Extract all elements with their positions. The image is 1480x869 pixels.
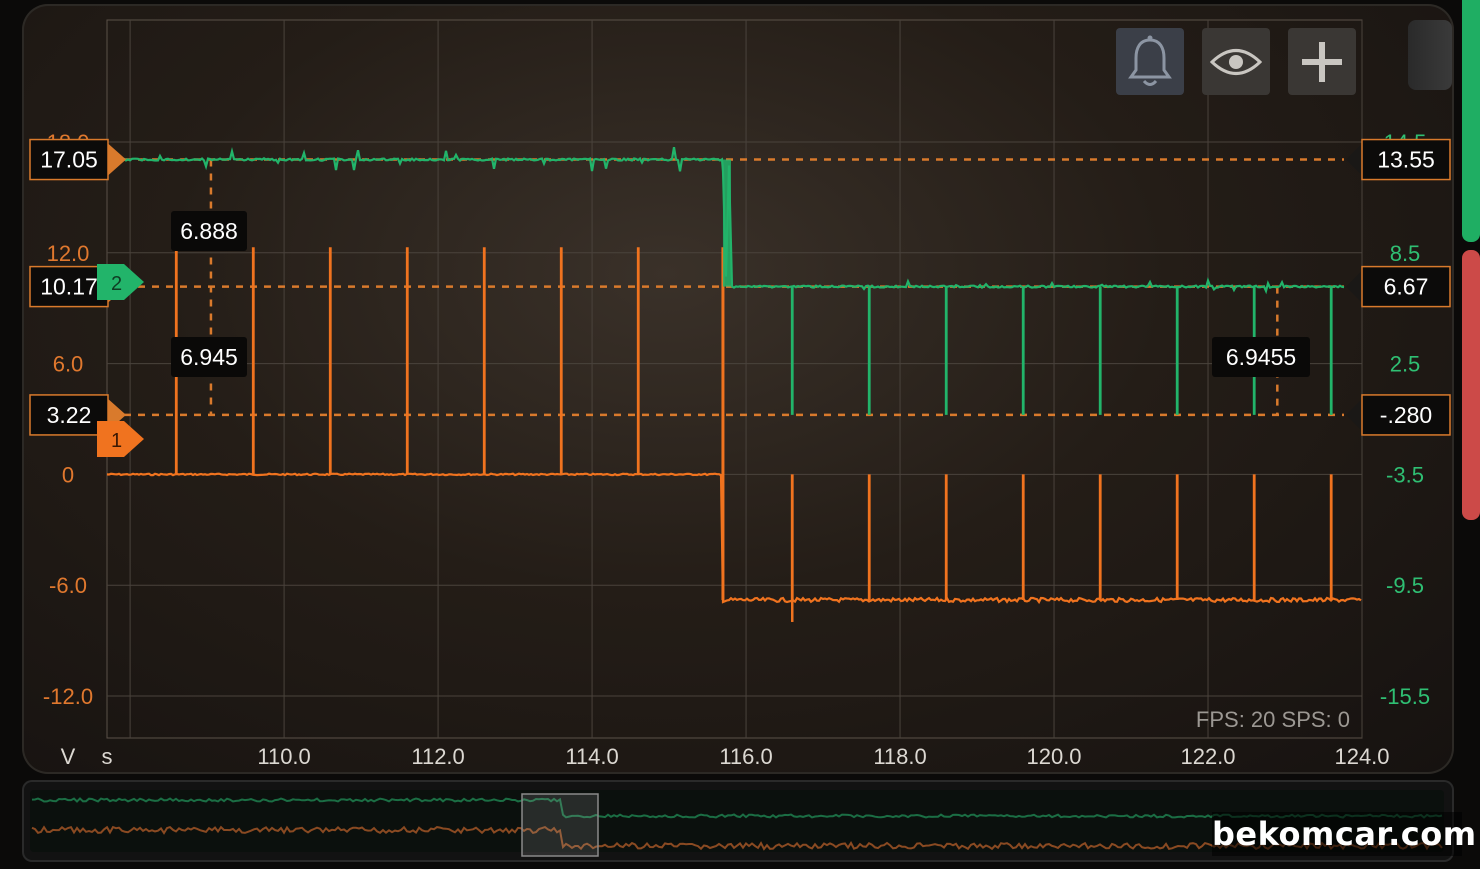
right-level-value: 6.67 — [1384, 274, 1429, 300]
channel-1-marker[interactable]: 1 — [97, 421, 144, 457]
add-channel-button[interactable] — [1288, 28, 1356, 95]
right-level-value: -.280 — [1380, 402, 1432, 428]
left-unit-label: V — [61, 744, 76, 769]
left-tick-label: 0 — [62, 462, 74, 487]
left-tick-label: 6.0 — [53, 352, 84, 377]
left-tick-label: -12.0 — [43, 684, 93, 709]
x-tick-label: 120.0 — [1026, 744, 1081, 769]
right-level-arrow — [1346, 143, 1362, 176]
x-tick-label: 122.0 — [1180, 744, 1235, 769]
top-toolbar — [1116, 28, 1356, 95]
measurement-box-1: 6.888 — [171, 211, 247, 251]
right-tick-label: -9.5 — [1386, 573, 1424, 598]
x-tick-label: 118.0 — [873, 744, 926, 769]
right-level-label: -.280 — [1346, 394, 1451, 436]
alarm-button[interactable] — [1116, 28, 1184, 95]
svg-text:2: 2 — [111, 273, 122, 295]
channel-2-trace — [123, 147, 1345, 295]
x-tick-label: 110.0 — [257, 744, 310, 769]
right-tick-label: -3.5 — [1386, 462, 1424, 487]
oscilloscope-plot[interactable]: 18.012.06.00-6.0-12.0 14.58.52.5-3.5-9.5… — [0, 0, 1480, 869]
left-level-label: 17.05 — [29, 138, 126, 181]
measurement-box-2: 6.945 — [171, 337, 247, 377]
right-tick-label: 8.5 — [1390, 241, 1421, 266]
bell-icon — [1128, 35, 1172, 86]
channel-2-edge-tab[interactable] — [1462, 0, 1480, 242]
channel-1-trace — [106, 472, 1362, 605]
plot-grid — [106, 19, 1363, 739]
right-level-arrow — [1346, 270, 1362, 303]
side-drawer-handle[interactable] — [1408, 20, 1452, 90]
left-level-value: 17.05 — [40, 147, 98, 173]
right-tick-label: -15.5 — [1380, 684, 1430, 709]
svg-text:6.9455: 6.9455 — [1226, 344, 1296, 370]
channel-2-switch-edge — [722, 159, 731, 287]
watermark: bekomcar.com — [1212, 812, 1476, 856]
plot-border — [106, 19, 1363, 739]
channel-1-edge-tab[interactable] — [1462, 250, 1480, 520]
scope-app: 18.012.06.00-6.0-12.0 14.58.52.5-3.5-9.5… — [0, 0, 1480, 869]
x-tick-label: 116.0 — [719, 744, 772, 769]
visibility-button[interactable] — [1202, 28, 1270, 95]
right-level-value: 13.55 — [1377, 147, 1435, 173]
svg-text:1: 1 — [111, 430, 122, 452]
x-unit-label: s — [102, 744, 113, 769]
right-level-arrow — [1346, 398, 1362, 431]
overview-viewport-window — [521, 793, 599, 857]
left-tick-label: -6.0 — [49, 573, 87, 598]
svg-text:6.888: 6.888 — [180, 218, 238, 244]
x-tick-label: 114.0 — [565, 744, 618, 769]
left-tick-label: 12.0 — [47, 241, 90, 266]
right-level-label: 6.67 — [1346, 265, 1451, 308]
eye-icon — [1210, 48, 1262, 75]
right-level-label: 13.55 — [1346, 138, 1451, 181]
left-level-value: 3.22 — [47, 402, 92, 428]
svg-text:6.945: 6.945 — [180, 344, 238, 370]
x-tick-label: 112.0 — [411, 744, 464, 769]
channel-2-marker[interactable]: 2 — [97, 264, 144, 300]
fps-sps-readout: FPS: 20 SPS: 0 — [1196, 707, 1350, 732]
x-axis-ticks: 110.0 112.0 114.0 116.0 118.0 120.0 122.0 124.0 — [257, 744, 1389, 769]
right-tick-label: 2.5 — [1390, 352, 1421, 377]
measurement-box-3: 6.9455 — [1212, 337, 1310, 377]
left-level-arrow — [108, 143, 126, 176]
x-tick-label: 124.0 — [1334, 744, 1389, 769]
traces — [106, 147, 1362, 622]
plus-icon — [1302, 41, 1342, 82]
left-level-value: 10.17 — [40, 274, 98, 300]
